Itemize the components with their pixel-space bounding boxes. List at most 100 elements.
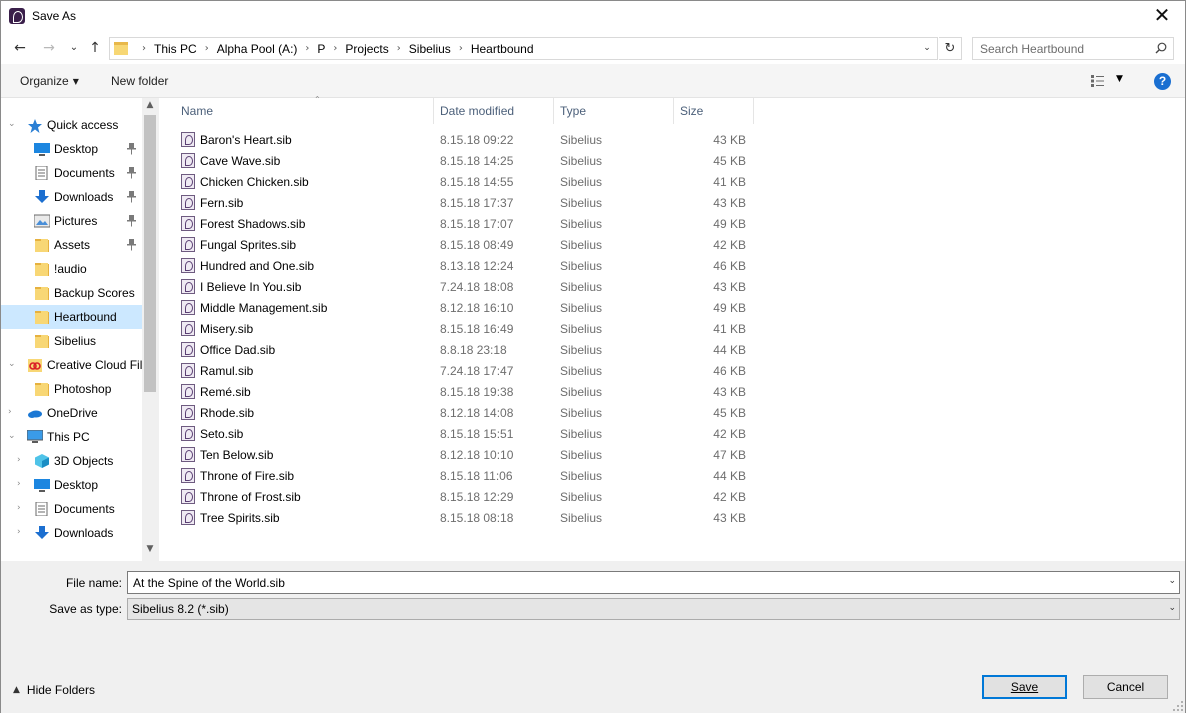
sidebar-item-onedrive[interactable]: › OneDrive [1,401,142,425]
column-header-date[interactable]: Date modified [434,98,554,124]
sidebar-item-pictures[interactable]: Pictures [1,209,142,233]
chevron-right-icon[interactable]: › [17,503,21,513]
file-row[interactable]: Remé.sib 8.15.18 19:38 Sibelius 43 KB [175,381,755,402]
chevron-down-icon[interactable]: ⌄ [1168,603,1176,613]
sidebar-item-assets[interactable]: Assets [1,233,142,257]
file-row[interactable]: Hundred and One.sib 8.13.18 12:24 Sibelius… [175,255,755,276]
forward-button[interactable]: → [39,38,59,58]
sidebar-item-creative-cloud-fil[interactable]: ⌄ Creative Cloud Fil [1,353,142,377]
file-name: Forest Shadows.sib [200,217,306,231]
chevron-right-icon[interactable]: › [17,479,21,489]
file-type: Sibelius [560,196,603,210]
sidebar-item-desktop[interactable]: › Desktop [1,473,142,497]
sibelius-file-icon [181,195,195,210]
sidebar-item-backup-scores[interactable]: Backup Scores [1,281,142,305]
sibelius-file-icon [181,300,195,315]
breadcrumb-item[interactable]: This PC [154,42,197,56]
scroll-thumb[interactable] [144,115,156,392]
chevron-right-icon[interactable]: › [134,43,154,54]
breadcrumb-item[interactable]: Alpha Pool (A:) [217,42,298,56]
chevron-right-icon[interactable]: › [17,455,21,465]
file-row[interactable]: Tree Spirits.sib 8.15.18 08:18 Sibelius 43 … [175,507,755,528]
file-row[interactable]: Forest Shadows.sib 8.15.18 17:07 Sibelius 4… [175,213,755,234]
file-row[interactable]: Fern.sib 8.15.18 17:37 Sibelius 43 KB [175,192,755,213]
file-name: Hundred and One.sib [200,259,315,273]
back-button[interactable]: ← [10,38,30,58]
sidebar-item-photoshop[interactable]: Photoshop [1,377,142,401]
file-row[interactable]: Fungal Sprites.sib 8.15.18 08:49 Sibelius 4… [175,234,755,255]
sidebar-item-documents[interactable]: › Documents [1,497,142,521]
chevron-right-icon[interactable]: › [297,43,317,54]
organize-button[interactable]: Organize ▼ [20,74,79,88]
file-name-combobox[interactable]: ⌄ [127,571,1180,594]
sibelius-file-icon [181,258,195,273]
chevron-right-icon[interactable]: › [197,43,217,54]
close-button[interactable]: ✕ [1139,1,1185,32]
recent-locations-button[interactable]: ⌄ [64,38,84,58]
chevron-right-icon[interactable]: › [17,527,21,537]
refresh-button[interactable]: ↻ [939,37,962,60]
sidebar-item-desktop[interactable]: Desktop [1,137,142,161]
column-size-label: Size [680,104,704,118]
sidebar-item-quick-access[interactable]: ⌄ Quick access [1,113,142,137]
sidebar-item-downloads[interactable]: Downloads [1,185,142,209]
up-button[interactable]: ↑ [85,38,105,58]
help-icon[interactable]: ? [1154,73,1171,90]
chevron-right-icon[interactable]: › [8,407,12,417]
scroll-down-icon[interactable]: ▼ [142,544,157,558]
file-name-input[interactable] [128,572,1158,593]
sidebar-item-this-pc[interactable]: ⌄ This PC [1,425,142,449]
chevron-right-icon[interactable]: › [389,43,409,54]
cancel-button[interactable]: Cancel [1083,675,1168,699]
file-row[interactable]: Misery.sib 8.15.18 16:49 Sibelius 41 KB [175,318,755,339]
sidebar-item-heartbound[interactable]: Heartbound [1,305,142,329]
column-header-size[interactable]: Size [674,98,754,124]
file-row[interactable]: Baron's Heart.sib 8.15.18 09:22 Sibelius 43… [175,129,755,150]
file-row[interactable]: Chicken Chicken.sib 8.15.18 14:55 Sibelius… [175,171,755,192]
file-name: Office Dad.sib [200,343,276,357]
search-input[interactable] [973,38,1151,59]
chevron-right-icon[interactable]: › [451,43,471,54]
chevron-down-icon[interactable]: ⌄ [8,431,16,441]
resize-grip-icon[interactable] [1173,701,1183,711]
sibelius-file-icon [181,153,195,168]
new-folder-button[interactable]: New folder [111,74,168,88]
sidebar-item-downloads[interactable]: › Downloads [1,521,142,545]
search-box[interactable] [972,37,1174,60]
view-options-icon[interactable] [1091,75,1109,87]
file-row[interactable]: Ramul.sib 7.24.18 17:47 Sibelius 46 KB [175,360,755,381]
chevron-right-icon[interactable]: › [325,43,345,54]
file-row[interactable]: Seto.sib 8.15.18 15:51 Sibelius 42 KB [175,423,755,444]
address-bar[interactable]: › This PC › Alpha Pool (A:) › P › Projects › Sibe… [109,37,938,60]
sidebar-item-audio[interactable]: !audio [1,257,142,281]
breadcrumb-item[interactable]: Sibelius [409,42,451,56]
file-row[interactable]: Throne of Frost.sib 8.15.18 12:29 Sibelius… [175,486,755,507]
chevron-down-icon[interactable]: ⌄ [8,359,16,369]
chevron-down-icon[interactable]: ⌄ [1168,576,1176,586]
scroll-up-icon[interactable]: ▲ [142,100,157,114]
file-row[interactable]: I Believe In You.sib 7.24.18 18:08 Sibeliu… [175,276,755,297]
file-row[interactable]: Throne of Fire.sib 8.15.18 11:06 Sibelius 4… [175,465,755,486]
save-button[interactable]: Save [982,675,1067,699]
save-type-select[interactable]: Sibelius 8.2 (*.sib) ⌄ [127,598,1180,620]
column-header-name[interactable]: ⌃ Name [175,95,434,124]
view-caret-icon[interactable]: ▼ [1116,74,1123,84]
sidebar-scrollbar[interactable]: ▲ ▼ [142,98,157,561]
file-size: 43 KB [713,385,746,399]
breadcrumb-item[interactable]: Projects [345,42,388,56]
sidebar-item-sibelius[interactable]: Sibelius [1,329,142,353]
sidebar-item-3d-objects[interactable]: › 3D Objects [1,449,142,473]
chevron-down-icon[interactable]: ⌄ [8,119,16,129]
sidebar-item-documents[interactable]: Documents [1,161,142,185]
hide-folders-button[interactable]: ▲ Hide Folders [13,683,95,697]
chevron-down-icon[interactable]: ⌄ [917,38,937,59]
save-type-label: Save as type: [49,602,122,616]
file-row[interactable]: Office Dad.sib 8.8.18 23:18 Sibelius 44 KB [175,339,755,360]
breadcrumb-item[interactable]: Heartbound [471,42,534,56]
breadcrumb-item[interactable]: P [317,42,325,56]
file-row[interactable]: Cave Wave.sib 8.15.18 14:25 Sibelius 45 KB [175,150,755,171]
file-row[interactable]: Middle Management.sib 8.12.18 16:10 Sibeli… [175,297,755,318]
file-row[interactable]: Ten Below.sib 8.12.18 10:10 Sibelius 47 KB [175,444,755,465]
column-header-type[interactable]: Type [554,98,674,124]
file-row[interactable]: Rhode.sib 8.12.18 14:08 Sibelius 45 KB [175,402,755,423]
